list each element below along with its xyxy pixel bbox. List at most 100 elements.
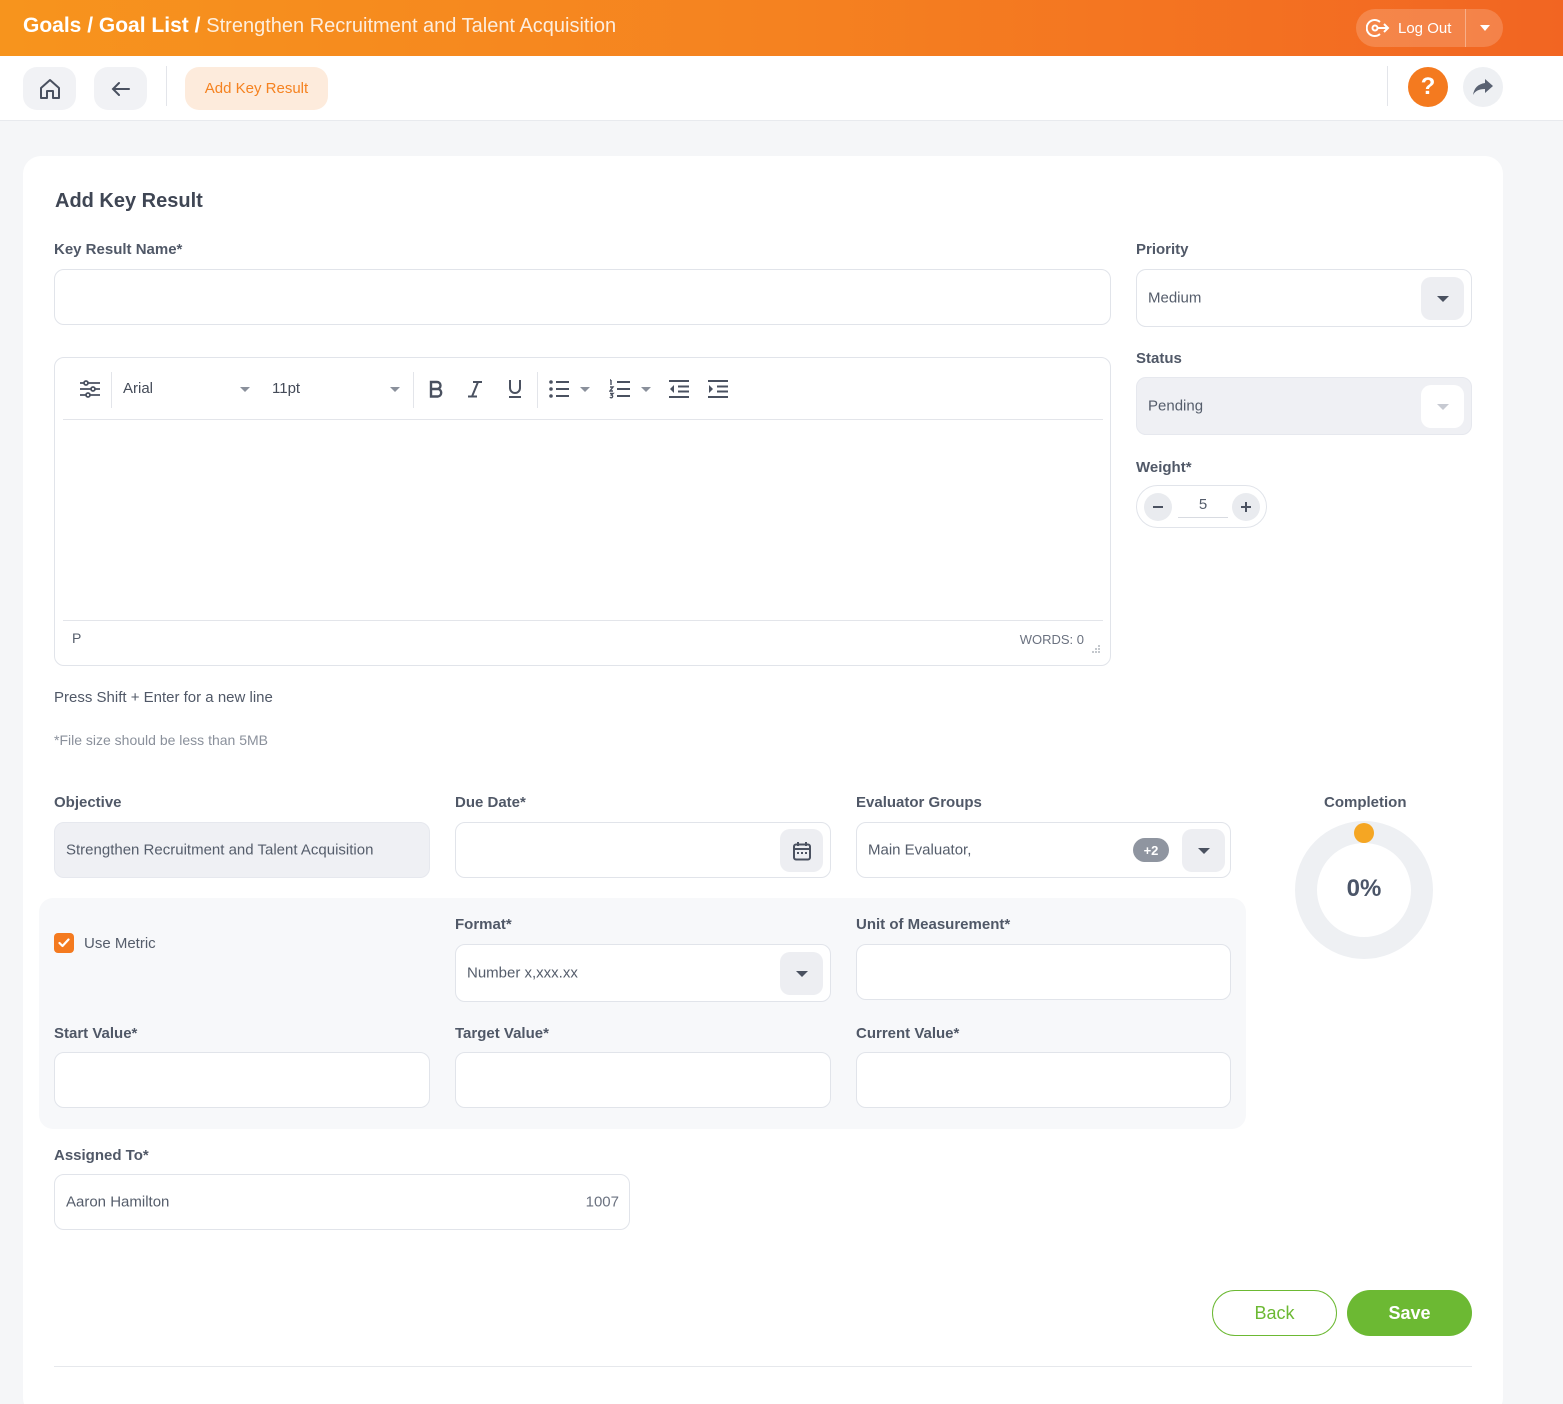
use-metric-label[interactable]: Use Metric	[84, 935, 156, 952]
italic-icon	[468, 381, 482, 398]
assigned-to-field[interactable]: Aaron Hamilton 1007	[54, 1174, 630, 1230]
italic-button[interactable]	[464, 378, 486, 400]
status-label: Status	[1136, 350, 1182, 367]
status-value: Pending	[1148, 397, 1204, 415]
chevron-down-icon	[579, 378, 591, 400]
priority-value: Medium	[1148, 289, 1202, 307]
breadcrumb-goals[interactable]: Goals	[23, 14, 81, 37]
weight-increment-button[interactable]	[1232, 493, 1260, 521]
divider	[111, 372, 112, 408]
target-value-label: Target Value*	[455, 1025, 549, 1042]
format-select[interactable]: Number x,xxx.xx	[455, 944, 831, 1002]
breadcrumb-separator: /	[194, 14, 201, 37]
bullet-list-icon	[549, 380, 569, 398]
date-picker-button[interactable]	[780, 829, 823, 872]
evaluator-groups-value: Main Evaluator,	[868, 841, 972, 859]
evaluator-groups-label: Evaluator Groups	[856, 794, 982, 811]
unit-label: Unit of Measurement*	[856, 916, 1011, 933]
font-family-select[interactable]: Arial	[123, 380, 153, 397]
weight-label: Weight*	[1136, 459, 1192, 476]
editor-content-area[interactable]	[63, 421, 1103, 619]
tab-add-key-result[interactable]: Add Key Result	[185, 67, 328, 110]
due-date-input[interactable]	[455, 822, 831, 878]
start-value-input[interactable]	[54, 1052, 430, 1108]
indent-button[interactable]	[706, 378, 730, 400]
bullet-list-button[interactable]	[547, 378, 571, 400]
completion-value: 0%	[1346, 875, 1382, 902]
key-result-name-input[interactable]	[54, 269, 1111, 325]
help-button[interactable]: ?	[1408, 67, 1448, 107]
numbered-list-icon	[609, 379, 630, 399]
objective-label: Objective	[54, 794, 122, 811]
top-header: Goals / Goal List / Strengthen Recruitme…	[0, 0, 1563, 56]
logout-button-group: Log Out	[1356, 9, 1503, 47]
priority-select[interactable]: Medium	[1136, 269, 1472, 327]
status-select: Pending	[1136, 377, 1472, 435]
home-icon	[39, 78, 60, 99]
underline-icon	[509, 380, 521, 398]
bold-button[interactable]	[425, 378, 447, 400]
toolbar: Add Key Result ?	[0, 56, 1563, 121]
font-size-select[interactable]: 11pt	[272, 380, 300, 397]
breadcrumb-goal-list[interactable]: Goal List	[99, 14, 189, 37]
current-value-input[interactable]	[856, 1052, 1231, 1108]
logout-dropdown[interactable]	[1466, 9, 1503, 47]
evaluator-dropdown-button[interactable]	[1182, 829, 1225, 872]
share-button[interactable]	[1463, 67, 1503, 107]
resize-handle-icon[interactable]	[1090, 645, 1100, 655]
minus-icon	[1153, 506, 1163, 508]
due-date-label: Due Date*	[455, 794, 526, 811]
divider	[413, 372, 414, 408]
objective-field: Strengthen Recruitment and Talent Acquis…	[54, 822, 430, 878]
use-metric-checkbox[interactable]	[54, 933, 74, 953]
divider	[63, 620, 1103, 621]
outdent-icon	[669, 380, 689, 398]
divider	[537, 372, 538, 408]
logout-label: Log Out	[1398, 19, 1452, 37]
divider	[166, 66, 167, 106]
bold-icon	[429, 380, 443, 398]
outdent-button[interactable]	[667, 378, 691, 400]
priority-label: Priority	[1136, 241, 1189, 258]
breadcrumb-separator: /	[87, 14, 94, 37]
underline-button[interactable]	[504, 378, 526, 400]
target-value-input[interactable]	[455, 1052, 831, 1108]
chevron-down-icon	[1197, 847, 1210, 854]
home-button[interactable]	[23, 67, 76, 110]
breadcrumb-current: Strengthen Recruitment and Talent Acquis…	[206, 15, 617, 37]
evaluator-groups-select[interactable]: Main Evaluator,	[856, 822, 1231, 878]
weight-input[interactable]: 5	[1178, 496, 1228, 518]
status-dropdown-button	[1421, 385, 1464, 428]
completion-label: Completion	[1324, 794, 1407, 811]
breadcrumb: Goals / Goal List / Strengthen Recruitme…	[23, 14, 616, 38]
weight-stepper: 5	[1136, 485, 1267, 528]
key-result-name-label: Key Result Name*	[54, 241, 183, 258]
newline-hint: Press Shift + Enter for a new line	[54, 689, 273, 706]
back-arrow-button[interactable]	[94, 67, 147, 110]
logout-button[interactable]: Log Out	[1356, 9, 1466, 47]
objective-value: Strengthen Recruitment and Talent Acquis…	[66, 841, 374, 859]
chevron-down-icon	[1479, 25, 1490, 31]
back-button[interactable]: Back	[1212, 1290, 1337, 1336]
evaluator-more-badge: +2	[1133, 838, 1169, 862]
save-button[interactable]: Save	[1347, 1290, 1472, 1336]
priority-dropdown-button[interactable]	[1421, 277, 1464, 320]
chevron-down-icon	[239, 378, 251, 400]
unit-input[interactable]	[856, 944, 1231, 1000]
weight-decrement-button[interactable]	[1144, 493, 1172, 521]
divider	[1387, 66, 1388, 106]
format-dropdown-button[interactable]	[780, 952, 823, 995]
logout-icon	[1366, 19, 1390, 37]
assigned-to-name: Aaron Hamilton	[66, 1193, 170, 1211]
chevron-down-icon	[389, 378, 401, 400]
format-value: Number x,xxx.xx	[467, 964, 578, 982]
sliders-icon	[80, 380, 100, 398]
numbered-list-button[interactable]	[608, 378, 632, 400]
description-editor: Arial 11pt P WORDS: 0	[54, 357, 1111, 666]
assigned-to-id: 1007	[585, 1193, 619, 1211]
editor-settings-button[interactable]	[78, 378, 102, 400]
question-icon: ?	[1420, 73, 1436, 100]
start-value-label: Start Value*	[54, 1025, 138, 1042]
indent-icon	[708, 380, 728, 398]
file-size-note: *File size should be less than 5MB	[54, 732, 268, 748]
